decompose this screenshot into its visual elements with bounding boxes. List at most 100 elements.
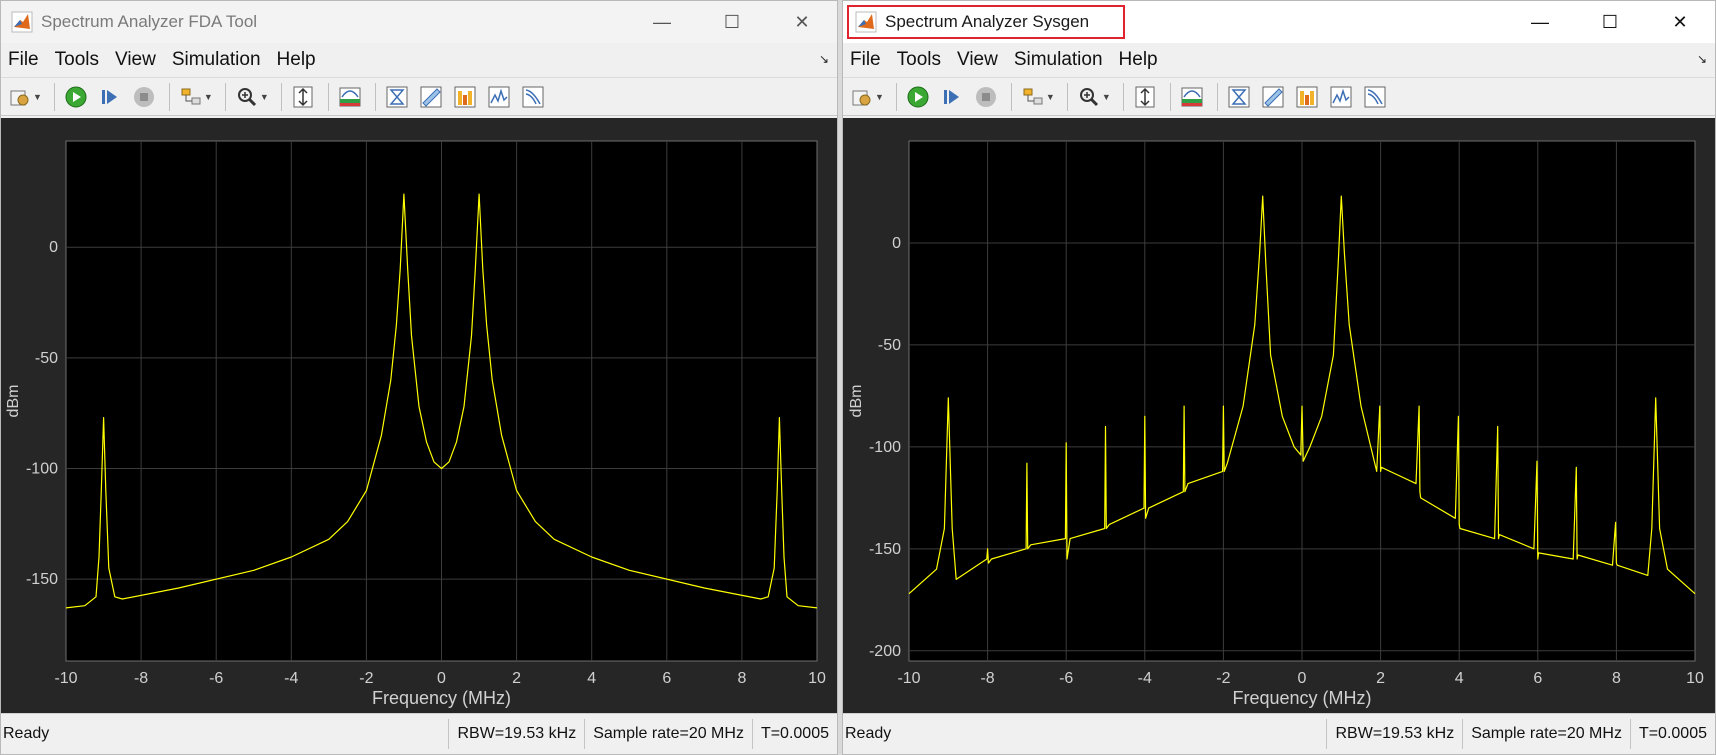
toolbar-separator [53, 82, 55, 111]
menu-bar: File Tools View Simulation Help ↘ [1, 43, 837, 77]
menu-help[interactable]: Help [269, 49, 324, 71]
toolbar-separator [1066, 82, 1068, 111]
x-tick-label: -4 [1138, 670, 1152, 687]
toolbar: ▼ ▼ ▼ [1, 77, 837, 116]
x-tick-label: 2 [1376, 670, 1385, 687]
step-forward-button[interactable] [95, 82, 125, 112]
close-button[interactable]: ✕ [767, 1, 837, 43]
menu-view[interactable]: View [107, 49, 164, 71]
settings-icon [852, 90, 871, 105]
x-tick-label: 4 [587, 670, 596, 687]
status-time: T=0.0005 [751, 719, 837, 749]
plot-area[interactable]: -10 -8 -6 -4 -2 0 2 4 6 8 10 0 -50 -100 -150 Frequency … [1, 118, 837, 714]
play-icon [907, 86, 929, 107]
spectrum-chart: -10 -8 -6 -4 -2 0 2 4 6 8 10 0 -50 -100 -150 -200 Freque… [848, 140, 1704, 708]
y-tick-label: -50 [35, 350, 58, 367]
channel-measurements-button[interactable] [416, 82, 446, 112]
settings-button[interactable] [5, 82, 35, 112]
step-forward-button[interactable] [937, 82, 967, 112]
x-axis-label: Frequency (MHz) [372, 688, 511, 708]
menu-tools[interactable]: Tools [889, 49, 949, 71]
x-tick-label: 6 [662, 670, 671, 687]
x-tick-label: 8 [737, 670, 746, 687]
window-title: Spectrum Analyzer FDA Tool [41, 12, 258, 31]
minimize-icon: — [1531, 11, 1549, 32]
status-bar: Ready RBW=19.53 kHz Sample rate=20 MHz T… [1, 713, 837, 754]
dock-arrow-icon[interactable]: ↘ [1697, 52, 1707, 66]
highlight-block-button[interactable] [1018, 82, 1048, 112]
stop-button[interactable] [129, 82, 159, 112]
minimize-button[interactable]: — [627, 1, 697, 43]
y-axis-label: dBm [848, 385, 865, 418]
minimize-icon: — [653, 11, 671, 32]
spectrum-settings-button[interactable] [1177, 82, 1207, 112]
cursor-measurements-button[interactable] [382, 82, 412, 112]
step-forward-icon [101, 89, 117, 104]
run-button[interactable] [903, 82, 933, 112]
y-tick-label: -150 [26, 571, 58, 588]
ruler-icon [1262, 86, 1284, 107]
menu-tools[interactable]: Tools [47, 49, 107, 71]
menu-help[interactable]: Help [1111, 49, 1166, 71]
stop-icon [133, 86, 154, 107]
menu-simulation[interactable]: Simulation [164, 49, 269, 71]
ccdf-measurements-button[interactable] [518, 82, 548, 112]
x-tick-label: -2 [359, 670, 373, 687]
zoom-button[interactable] [232, 82, 262, 112]
x-tick-label: 0 [1298, 670, 1307, 687]
settings-dropdown-icon[interactable]: ▼ [33, 92, 42, 102]
toolbar: ▼ ▼ ▼ [843, 77, 1715, 116]
x-tick-label: -10 [897, 670, 920, 687]
dock-arrow-icon[interactable]: ↘ [819, 52, 829, 66]
maximize-button[interactable]: ☐ [1575, 1, 1645, 43]
channel-measurements-button[interactable] [1258, 82, 1288, 112]
x-tick-label: -6 [1059, 670, 1073, 687]
highlight-block-button[interactable] [176, 82, 206, 112]
menu-file[interactable]: File [1, 49, 47, 71]
distortion-measurements-button[interactable] [1292, 82, 1322, 112]
plot-area[interactable]: -10 -8 -6 -4 -2 0 2 4 6 8 10 0 -50 -100 -150 -200 Freque… [843, 118, 1715, 714]
window-sysgen[interactable]: Spectrum Analyzer Sysgen — ☐ ✕ File Tool… [842, 0, 1716, 755]
maximize-button[interactable]: ☐ [697, 1, 767, 43]
menu-view[interactable]: View [949, 49, 1006, 71]
window-fda-tool[interactable]: Spectrum Analyzer FDA Tool — ☐ ✕ File To… [0, 0, 838, 755]
settings-button[interactable] [847, 82, 877, 112]
distortion-icon [454, 86, 476, 107]
spectrum-settings-button[interactable] [335, 82, 365, 112]
stop-button[interactable] [971, 82, 1001, 112]
scale-axes-button[interactable] [1130, 82, 1160, 112]
ccdf-measurements-button[interactable] [1360, 82, 1390, 112]
close-button[interactable]: ✕ [1645, 1, 1715, 43]
zoom-button[interactable] [1074, 82, 1104, 112]
settings-dropdown-icon[interactable]: ▼ [875, 92, 884, 102]
peak-finder-button[interactable] [484, 82, 514, 112]
run-button[interactable] [61, 82, 91, 112]
minimize-button[interactable]: — [1505, 1, 1575, 43]
status-ready: Ready [845, 725, 892, 742]
cursor-icon [1228, 86, 1250, 107]
highlight-dropdown-icon[interactable]: ▼ [1046, 92, 1055, 102]
zoom-dropdown-icon[interactable]: ▼ [260, 92, 269, 102]
zoom-dropdown-icon[interactable]: ▼ [1102, 92, 1111, 102]
matlab-app-icon [855, 11, 877, 33]
distortion-measurements-button[interactable] [450, 82, 480, 112]
spectrum-icon [339, 87, 361, 106]
status-ready: Ready [3, 725, 50, 742]
x-tick-label: 10 [808, 670, 826, 687]
title-bar[interactable]: Spectrum Analyzer FDA Tool — ☐ ✕ [1, 1, 837, 43]
x-tick-label: -8 [980, 670, 994, 687]
toolbar-separator [1122, 82, 1124, 111]
menu-file[interactable]: File [843, 49, 889, 71]
peak-finder-button[interactable] [1326, 82, 1356, 112]
toolbar-separator [374, 82, 376, 111]
highlight-dropdown-icon[interactable]: ▼ [204, 92, 213, 102]
window-title: Spectrum Analyzer Sysgen [885, 12, 1090, 31]
x-tick-label: -8 [134, 670, 148, 687]
cursor-measurements-button[interactable] [1224, 82, 1254, 112]
settings-icon [10, 90, 29, 105]
menu-simulation[interactable]: Simulation [1006, 49, 1111, 71]
toolbar-separator [1216, 82, 1218, 111]
scale-axes-button[interactable] [288, 82, 318, 112]
y-tick-label: -150 [869, 541, 901, 558]
title-bar[interactable]: Spectrum Analyzer Sysgen — ☐ ✕ [843, 1, 1715, 43]
